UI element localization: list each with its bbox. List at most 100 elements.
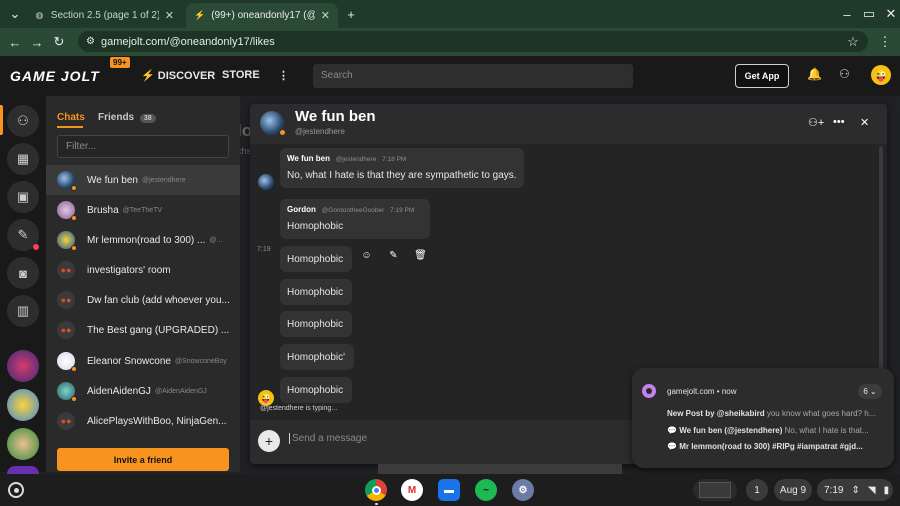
user-avatar[interactable]: 😜 bbox=[871, 65, 891, 85]
avatar[interactable] bbox=[258, 174, 274, 190]
screenshot-preview[interactable] bbox=[693, 479, 737, 501]
community-avatar[interactable] bbox=[7, 428, 39, 460]
status-dot bbox=[71, 185, 77, 191]
nav-discover[interactable]: ⚡ DISCOVER bbox=[141, 69, 215, 82]
reload-icon[interactable]: ↻ bbox=[48, 31, 70, 53]
filter-input[interactable]: Filter... bbox=[57, 135, 229, 158]
close-icon[interactable]: ✕ bbox=[860, 116, 869, 129]
avatar[interactable]: 😜 bbox=[258, 390, 274, 406]
chat-scrollbar[interactable] bbox=[879, 146, 883, 381]
inventory-icon[interactable]: ▣ bbox=[7, 181, 39, 213]
notification-count: 1 bbox=[754, 484, 760, 496]
tab-chats[interactable]: Chats bbox=[57, 112, 85, 123]
chat-list-item[interactable]: ●● Dw fan club (add whoever you... bbox=[46, 285, 240, 315]
edit-icon[interactable]: ✎ bbox=[380, 244, 407, 266]
system-notification[interactable] bbox=[632, 368, 894, 468]
gamejolt-favicon-icon: ⚡ bbox=[194, 10, 206, 20]
chat-list-item[interactable]: ●● AlicePlaysWithBoo, NinjaGen... bbox=[46, 406, 240, 436]
site-info-icon[interactable]: ⚙ bbox=[86, 36, 95, 47]
chevron-down-icon: ⌄ bbox=[869, 387, 877, 396]
rail-selected-indicator bbox=[0, 105, 3, 135]
chat-list-item[interactable]: AidenAidenGJ @AidenAidenGJ bbox=[46, 376, 240, 406]
hover-timestamp: 7:19 bbox=[257, 246, 271, 253]
group-icon: ●● bbox=[57, 412, 75, 430]
chat-list-item[interactable]: Mr lemmon(road to 300) ... @... bbox=[46, 225, 240, 255]
gamejolt-logo[interactable]: GAME JOLT bbox=[10, 68, 100, 84]
message-bubble[interactable]: Homophobic bbox=[280, 311, 352, 337]
chat-avatar[interactable] bbox=[260, 111, 286, 136]
community-avatar[interactable] bbox=[7, 350, 39, 382]
invite-friend-button[interactable]: Invite a friend bbox=[57, 448, 229, 471]
address-bar[interactable]: ⚙ gamejolt.com/@oneandonly17/likes bbox=[78, 31, 868, 52]
message-bubble[interactable]: Homophobic' bbox=[280, 344, 354, 370]
browser-menu-icon[interactable]: ⋮ bbox=[874, 31, 896, 53]
more-options-icon[interactable]: ••• bbox=[833, 116, 845, 128]
globe-icon: ◍ bbox=[35, 10, 44, 20]
message-author[interactable]: Gordon bbox=[287, 205, 316, 214]
backpack-icon[interactable]: ◙ bbox=[7, 257, 39, 289]
notification-item-text: No, what I hate is that... bbox=[784, 426, 869, 435]
close-window-icon[interactable]: ✕ bbox=[880, 3, 900, 25]
launcher-icon[interactable] bbox=[8, 482, 24, 498]
forward-icon[interactable]: → bbox=[26, 31, 48, 53]
back-icon[interactable]: ← bbox=[4, 31, 26, 53]
notification-item[interactable]: 💬 Mr lemmon(road to 300) #RIPg #iampatra… bbox=[667, 442, 882, 451]
chat-icon[interactable]: ⚇ bbox=[7, 105, 39, 137]
maximize-icon[interactable]: ▭ bbox=[858, 3, 880, 25]
chat-list-item[interactable]: ●● investigators' room bbox=[46, 255, 240, 285]
chat-list-item[interactable]: Eleanor Snowcone @SnowconeBoy bbox=[46, 346, 240, 376]
gmail-app-icon[interactable]: M bbox=[401, 479, 423, 501]
bell-icon[interactable]: 🔔 bbox=[807, 67, 822, 81]
community-avatar[interactable] bbox=[7, 466, 39, 474]
tab-search-icon[interactable]: ⌄ bbox=[4, 3, 26, 25]
chat-handle: @jestendhere bbox=[141, 176, 186, 184]
message-bubble[interactable]: Homophobic bbox=[280, 377, 352, 403]
message-bubble[interactable]: Homophobic bbox=[280, 246, 352, 272]
site-search-input[interactable]: Search bbox=[313, 64, 633, 88]
tab-section[interactable]: ◍ Section 2.5 (page 1 of 2) | ace ✕ bbox=[26, 3, 182, 28]
group-icon: ●● bbox=[57, 291, 75, 309]
chat-bubble-icon: 💬 bbox=[667, 426, 677, 435]
notification-tray[interactable]: 1 bbox=[746, 479, 768, 501]
status-dot bbox=[71, 396, 77, 402]
chat-list-item[interactable]: Brusha @TeeTheTV bbox=[46, 195, 240, 225]
chat-list-item[interactable]: ●● The Best gang (UPGRADED) ... bbox=[46, 315, 240, 345]
add-attachment-button[interactable]: + bbox=[258, 430, 280, 452]
add-member-icon[interactable]: ⚇+ bbox=[808, 116, 824, 129]
bookmark-star-icon[interactable]: ☆ bbox=[842, 31, 864, 53]
tab-friends[interactable]: Friends 38 bbox=[98, 112, 156, 123]
message-bubble: Gordon @GordontheeGoober 7:19 PM Homopho… bbox=[280, 199, 430, 239]
close-icon[interactable]: ✕ bbox=[321, 9, 330, 22]
close-icon[interactable]: ✕ bbox=[165, 9, 174, 22]
messenger-app-icon[interactable]: ~ bbox=[475, 479, 497, 501]
community-avatar[interactable] bbox=[7, 389, 39, 421]
chrome-app-icon[interactable] bbox=[365, 479, 387, 501]
date-tray[interactable]: Aug 9 bbox=[774, 479, 812, 501]
files-app-icon[interactable]: ▬ bbox=[438, 479, 460, 501]
more-menu-icon[interactable]: ⋮ bbox=[278, 69, 289, 82]
chat-handle: @AidenAidenGJ bbox=[154, 387, 207, 395]
avatar bbox=[57, 382, 77, 402]
library-icon[interactable]: ▥ bbox=[7, 295, 39, 327]
message-toolbar: ☺ ✎ 🗑 bbox=[353, 244, 434, 266]
status-dot bbox=[71, 366, 77, 372]
minimize-icon[interactable]: – bbox=[836, 3, 858, 25]
nav-store[interactable]: STORE bbox=[222, 69, 260, 81]
new-tab-icon[interactable]: + bbox=[340, 3, 362, 25]
status-tray[interactable]: 7:19 ⇕ ◥ ▮ bbox=[817, 479, 893, 501]
chat-list-item[interactable]: We fun ben @jestendhere bbox=[46, 165, 240, 195]
notification-item[interactable]: 💬 We fun ben (@jestendhere) No, what I h… bbox=[667, 426, 882, 435]
notification-item-title: We fun ben (@jestendhere) bbox=[679, 426, 783, 435]
message-bubble[interactable]: Homophobic bbox=[280, 279, 352, 305]
message-input[interactable]: Send a message bbox=[289, 433, 367, 444]
settings-app-icon[interactable]: ⚙ bbox=[512, 479, 534, 501]
delete-icon[interactable]: 🗑 bbox=[407, 244, 434, 266]
add-reaction-icon[interactable]: ☺ bbox=[353, 244, 380, 266]
friends-icon[interactable]: ⚇ bbox=[839, 67, 850, 81]
tab-gamejolt[interactable]: ⚡ (99+) oneandonly17 (@onean ✕ bbox=[186, 3, 338, 28]
notification-item[interactable]: New Post by @sheikabird you know what go… bbox=[667, 409, 882, 418]
notification-expand-button[interactable]: 6 ⌄ bbox=[858, 384, 882, 399]
get-app-button[interactable]: Get App bbox=[735, 64, 789, 88]
message-author[interactable]: We fun ben bbox=[287, 154, 330, 163]
store-icon[interactable]: ▦ bbox=[7, 143, 39, 175]
